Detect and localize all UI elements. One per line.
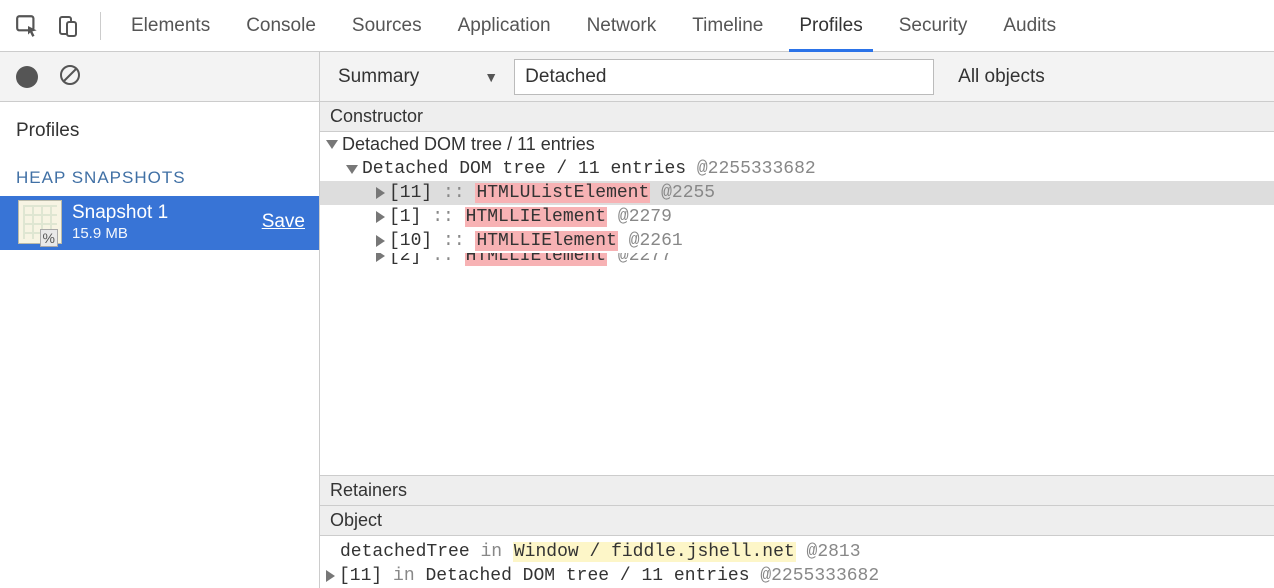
tree-group-label: Detached DOM tree / 11 entries [362,159,686,179]
tree-child-row[interactable]: [11] :: HTMLUListElement @2255 [320,181,1274,205]
child-element: HTMLUListElement [475,183,650,203]
sidebar: Profiles HEAP SNAPSHOTS % Snapshot 1 15.… [0,102,320,588]
child-sep: :: [443,183,465,203]
filter-input[interactable] [514,59,934,95]
snapshot-text: Snapshot 1 15.9 MB [72,201,252,244]
retainer-scope: Window / fiddle.jshell.net [513,542,796,562]
child-sep: :: [432,253,454,266]
child-sep: :: [443,231,465,251]
retainer-var: detachedTree [340,542,470,562]
child-ref: @2255 [661,183,715,203]
retainer-scope: Detached DOM tree / 11 entries [425,566,749,586]
tree-root-label: Detached DOM tree / 11 entries [342,134,595,155]
child-ref: @2261 [629,231,683,251]
tree-root-row[interactable]: Detached DOM tree / 11 entries [320,132,1274,157]
tab-profiles[interactable]: Profiles [781,0,880,51]
record-button[interactable] [16,66,38,88]
retainer-in: in [480,542,502,562]
snapshot-save-link[interactable]: Save [262,211,305,233]
scope-select[interactable]: All objects [946,66,1045,88]
tab-security[interactable]: Security [881,0,986,51]
tab-sources[interactable]: Sources [334,0,440,51]
main-area: Profiles HEAP SNAPSHOTS % Snapshot 1 15.… [0,102,1274,588]
tab-timeline[interactable]: Timeline [674,0,781,51]
profiles-subtoolbar: Summary ▼ All objects [0,52,1274,102]
child-ref: @2277 [618,253,672,266]
disclosure-icon[interactable] [326,140,338,149]
tab-application[interactable]: Application [440,0,569,51]
retainers-header[interactable]: Retainers [320,475,1274,506]
scope-select-label: All objects [958,66,1045,88]
child-count: [10] [389,231,432,251]
devtools-tabs: Elements Console Sources Application Net… [113,0,1074,51]
toolbar-divider [100,12,101,40]
subtoolbar-right: Summary ▼ All objects [320,52,1045,101]
clear-button[interactable] [58,63,82,91]
child-count: [2] [389,253,421,266]
disclosure-icon[interactable] [326,570,335,582]
object-header[interactable]: Object [320,506,1274,536]
child-ref: @2279 [618,207,672,227]
tree-child-row-cutoff: [2] :: HTMLLIElement @2277 [320,253,1274,269]
devtools-toolbar: Elements Console Sources Application Net… [0,0,1274,52]
disclosure-icon [376,253,385,262]
disclosure-icon[interactable] [346,165,358,174]
subtoolbar-left [0,52,320,101]
child-element: HTMLLIElement [465,207,607,227]
retainers-body: detachedTree in Window / fiddle.jshell.n… [320,536,1274,588]
snapshot-item[interactable]: % Snapshot 1 15.9 MB Save [0,196,319,250]
device-mode-icon[interactable] [48,6,88,46]
child-count: [11] [389,183,432,203]
retainer-row[interactable]: [11] in Detached DOM tree / 11 entries @… [320,564,1274,588]
snapshot-size: 15.9 MB [72,225,252,244]
content: Constructor Detached DOM tree / 11 entri… [320,102,1274,588]
child-sep: :: [432,207,454,227]
constructor-tree: Detached DOM tree / 11 entries Detached … [320,132,1274,475]
view-select-label: Summary [338,66,419,88]
inspect-icon[interactable] [8,6,48,46]
disclosure-icon[interactable] [376,211,385,223]
constructor-header[interactable]: Constructor [320,102,1274,132]
sidebar-title: Profiles [0,102,319,152]
retainer-ref: @2813 [807,542,861,562]
retainer-in: in [393,566,415,586]
tree-group-row[interactable]: Detached DOM tree / 11 entries @22553336… [320,157,1274,181]
retainer-ref: @2255333682 [760,566,879,586]
child-count: [1] [389,207,421,227]
retainer-row[interactable]: detachedTree in Window / fiddle.jshell.n… [320,540,1274,564]
tree-child-row[interactable]: [1] :: HTMLLIElement @2279 [320,205,1274,229]
retainer-count: [11] [339,566,382,586]
snapshot-name: Snapshot 1 [72,201,252,225]
tree-child-row[interactable]: [10] :: HTMLLIElement @2261 [320,229,1274,253]
view-select[interactable]: Summary ▼ [334,66,502,88]
tab-network[interactable]: Network [569,0,675,51]
tab-audits[interactable]: Audits [985,0,1074,51]
child-element: HTMLLIElement [475,231,617,251]
child-element: HTMLLIElement [465,253,607,266]
chevron-down-icon: ▼ [484,69,498,85]
disclosure-icon[interactable] [376,187,385,199]
sidebar-category: HEAP SNAPSHOTS [0,152,319,196]
snapshot-icon: % [18,200,62,244]
disclosure-icon[interactable] [376,235,385,247]
tab-elements[interactable]: Elements [113,0,228,51]
tree-group-ref: @2255333682 [697,159,816,179]
tab-console[interactable]: Console [228,0,334,51]
